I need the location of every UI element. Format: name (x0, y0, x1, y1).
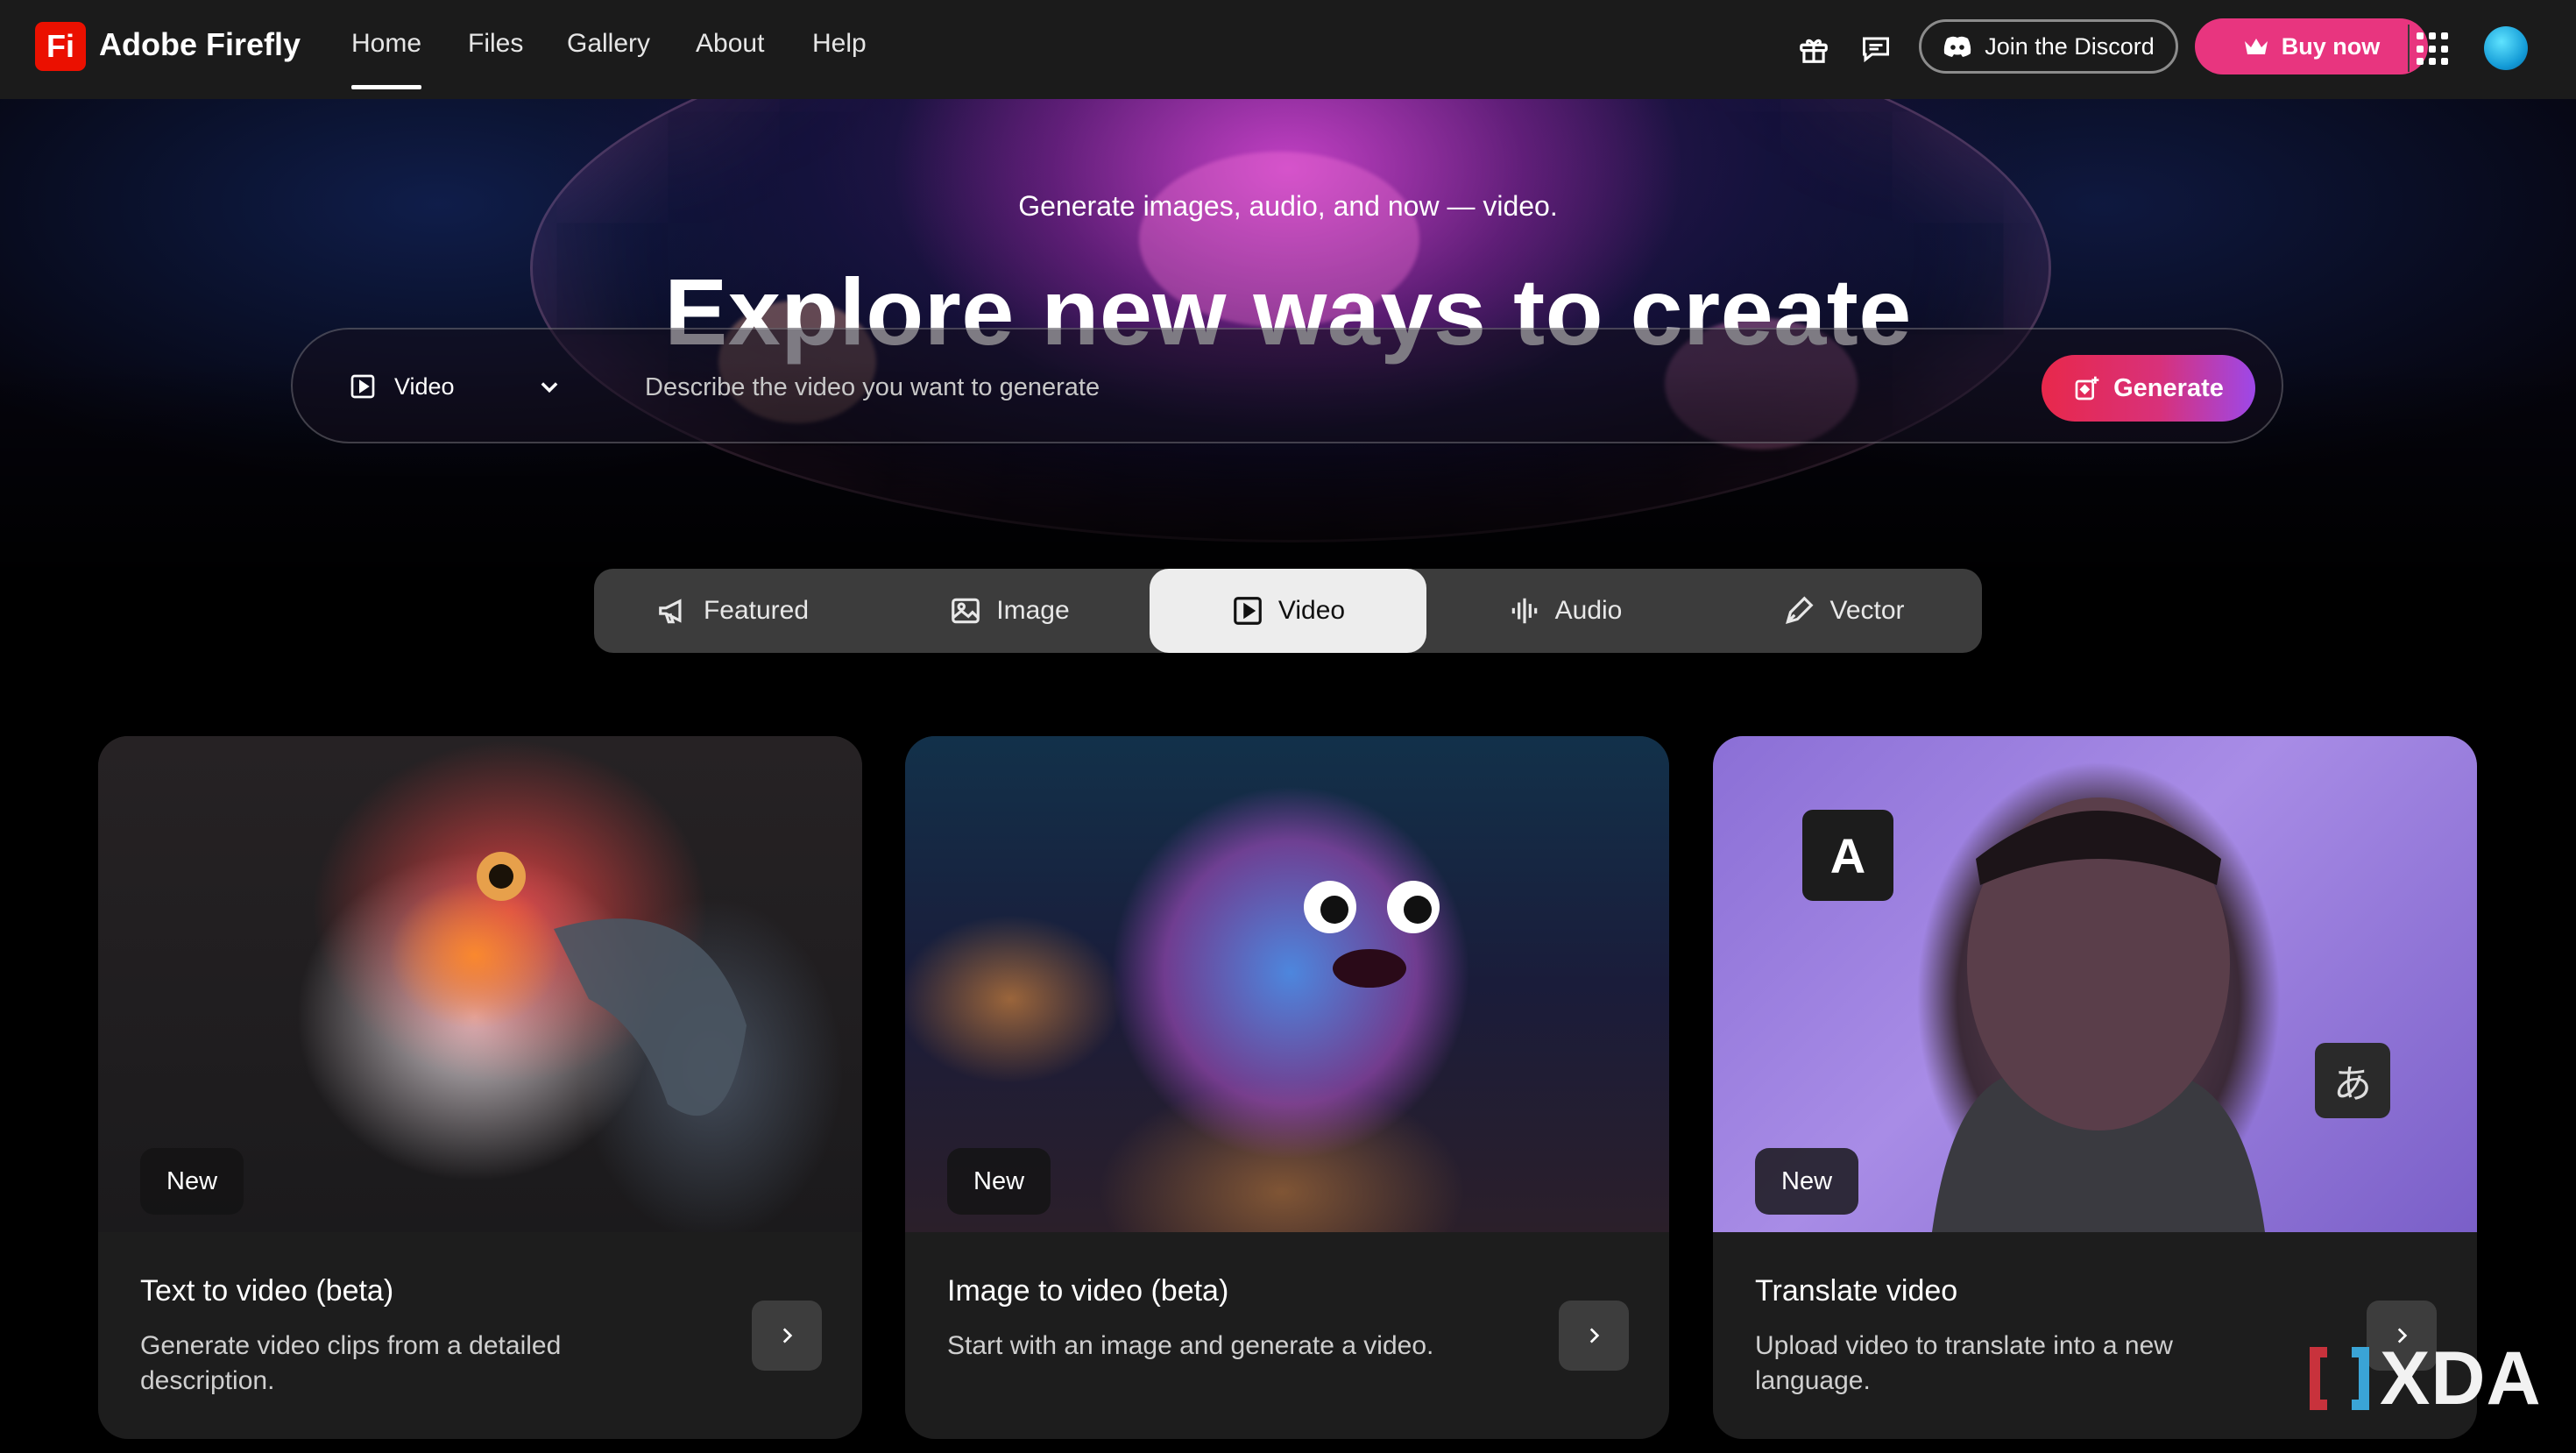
audio-waveform-icon (1511, 598, 1537, 624)
prompt-bar: Video Generate (291, 328, 2283, 443)
nav-help-link[interactable]: Help (812, 29, 867, 59)
new-badge: New (947, 1148, 1051, 1215)
portrait-artwork-image: A あ New (1713, 736, 2477, 1232)
video-icon (1234, 597, 1262, 625)
xda-bracket-logo-icon (2310, 1347, 2369, 1410)
monster-artwork-image: New (905, 736, 1669, 1232)
media-type-selected: Video (394, 372, 455, 400)
tab-audio[interactable]: Audio (1426, 569, 1703, 653)
tab-label: Vector (1829, 596, 1905, 625)
nav-divider (2408, 25, 2410, 72)
gift-icon[interactable] (1793, 28, 1835, 70)
media-type-dropdown[interactable]: Video (349, 365, 562, 408)
app-name[interactable]: Adobe Firefly (99, 26, 301, 63)
generate-sparkle-icon (2075, 376, 2099, 400)
xda-watermark-text: XDA (2380, 1336, 2542, 1421)
buy-now-button[interactable]: Buy now (2195, 18, 2428, 74)
app-switcher-grid-icon[interactable] (2417, 32, 2450, 66)
firefly-logo[interactable]: Fi (35, 22, 86, 71)
parrot-artwork-image: New (98, 736, 862, 1232)
join-discord-button[interactable]: Join the Discord (1919, 19, 2178, 74)
tab-featured[interactable]: Featured (594, 569, 871, 653)
prompt-input[interactable] (643, 361, 1786, 414)
tab-vector[interactable]: Vector (1705, 569, 1982, 653)
pen-icon (1786, 596, 1814, 624)
chevron-down-icon (541, 382, 557, 393)
image-icon (952, 598, 980, 624)
nav-home-link[interactable]: Home (351, 29, 422, 89)
buy-now-label: Buy now (2281, 32, 2381, 60)
card-description: Start with an image and generate a video… (947, 1331, 1434, 1360)
card-title: Translate video (1755, 1274, 1958, 1308)
crown-icon (2244, 39, 2268, 54)
discord-icon (1944, 36, 1971, 57)
card-description: Generate video clips from a detailed des… (140, 1331, 562, 1395)
feature-card-image-to-video[interactable]: New Image to video (beta) Start with an … (905, 736, 1669, 1439)
category-tabs: Featured Image Video Audio Vector (594, 569, 1982, 653)
card-open-button[interactable] (1559, 1301, 1629, 1371)
tab-label: Video (1277, 596, 1346, 625)
nav-about-link[interactable]: About (696, 29, 764, 59)
card-open-button[interactable] (752, 1301, 822, 1371)
card-description: Upload video to translate into a new lan… (1755, 1331, 2173, 1395)
top-navigation-bar: Fi Adobe Firefly Home Files Gallery Abou… (0, 0, 2576, 99)
nav-gallery-link[interactable]: Gallery (567, 29, 650, 59)
video-icon (350, 374, 375, 399)
nav-files-link[interactable]: Files (468, 29, 523, 59)
new-badge: New (1755, 1148, 1859, 1215)
generate-button[interactable]: Generate (2042, 355, 2255, 422)
user-avatar[interactable] (2484, 26, 2528, 70)
tab-label: Audio (1554, 596, 1623, 625)
kana-speech-bubble: あ (2315, 1043, 2390, 1118)
feature-card-text-to-video[interactable]: New Text to video (beta) Generate video … (98, 736, 862, 1439)
letter-a-speech-bubble: A (1802, 810, 1893, 901)
tab-image[interactable]: Image (871, 569, 1148, 653)
new-badge: New (140, 1148, 244, 1215)
feature-card-translate-video[interactable]: A あ New Translate video Upload video to … (1713, 736, 2477, 1439)
tab-label: Image (996, 596, 1070, 625)
chat-bubble-icon[interactable] (1855, 28, 1897, 70)
generate-label: Generate (2113, 373, 2224, 402)
card-title: Image to video (beta) (947, 1274, 1229, 1308)
tab-label: Featured (703, 596, 810, 625)
tab-video[interactable]: Video (1150, 569, 1426, 653)
hero-subtitle: Generate images, audio, and now — video. (1018, 190, 1558, 222)
join-discord-label: Join the Discord (1985, 32, 2155, 60)
xda-watermark: XDA (2304, 1336, 2567, 1421)
card-title: Text to video (beta) (140, 1274, 394, 1308)
megaphone-icon (659, 599, 682, 624)
chevron-right-icon (782, 1328, 793, 1343)
chevron-right-icon (1589, 1328, 1600, 1343)
